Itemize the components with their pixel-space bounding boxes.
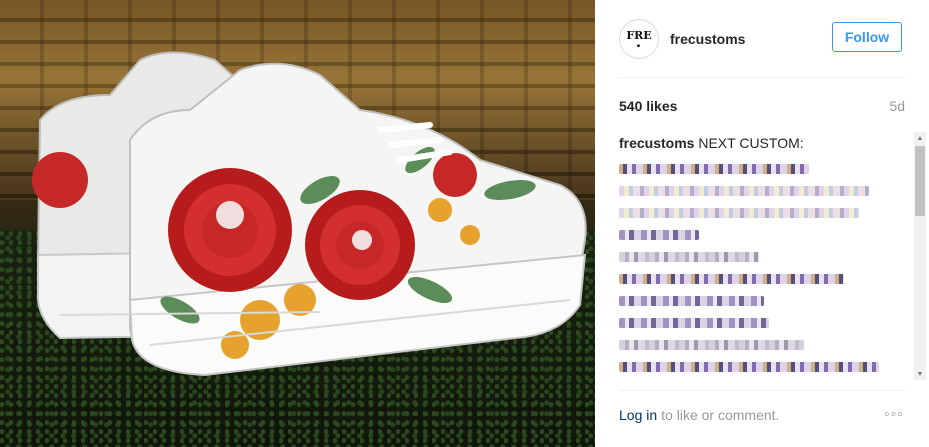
blurred-caption-line [619, 340, 804, 350]
avatar-text: FRE [626, 29, 652, 42]
post-sidebar: FRE ▪ frecustoms Follow 540 likes 5d fre… [595, 0, 929, 447]
blurred-caption-line [619, 230, 699, 240]
footer-divider [619, 390, 905, 391]
blurred-caption-line [619, 362, 879, 372]
blurred-caption-line [619, 252, 759, 262]
username-link[interactable]: frecustoms [670, 31, 745, 47]
caption-first-line: frecustoms NEXT CUSTOM: [619, 134, 909, 152]
caption-username[interactable]: frecustoms [619, 135, 694, 151]
blurred-caption-line [619, 318, 769, 328]
avatar-subtext: ▪ [636, 43, 642, 49]
login-link[interactable]: Log in [619, 407, 657, 423]
header-divider [619, 77, 905, 78]
blurred-caption-line [619, 274, 844, 284]
login-prompt-text: to like or comment. [661, 407, 780, 423]
caption-scrollbar[interactable]: ▲ ▼ [914, 132, 926, 380]
login-prompt: Log in to like or comment. [619, 405, 909, 425]
instagram-post-embed: FRE ▪ frecustoms Follow 540 likes 5d fre… [0, 0, 929, 447]
avatar[interactable]: FRE ▪ [619, 19, 659, 59]
scrollbar-thumb[interactable] [915, 146, 925, 216]
sneaker-illustration [32, 51, 587, 377]
more-options-icon[interactable]: ◦◦◦ [881, 405, 907, 425]
follow-button[interactable]: Follow [832, 22, 902, 52]
caption-area: frecustoms NEXT CUSTOM: [619, 134, 909, 380]
blurred-caption-line [619, 186, 869, 196]
post-age[interactable]: 5d [889, 98, 905, 114]
likes-row: 540 likes 5d [619, 96, 905, 116]
blurred-caption-line [619, 296, 764, 306]
scroll-up-arrow-icon[interactable]: ▲ [914, 132, 926, 144]
likes-count[interactable]: 540 likes [619, 98, 677, 114]
post-header: FRE ▪ frecustoms Follow [619, 18, 902, 60]
caption-text: NEXT CUSTOM: [698, 135, 804, 151]
post-image[interactable] [0, 0, 595, 447]
scroll-down-arrow-icon[interactable]: ▼ [914, 368, 926, 380]
blurred-caption-line [619, 164, 809, 174]
blurred-caption-line [619, 208, 859, 218]
